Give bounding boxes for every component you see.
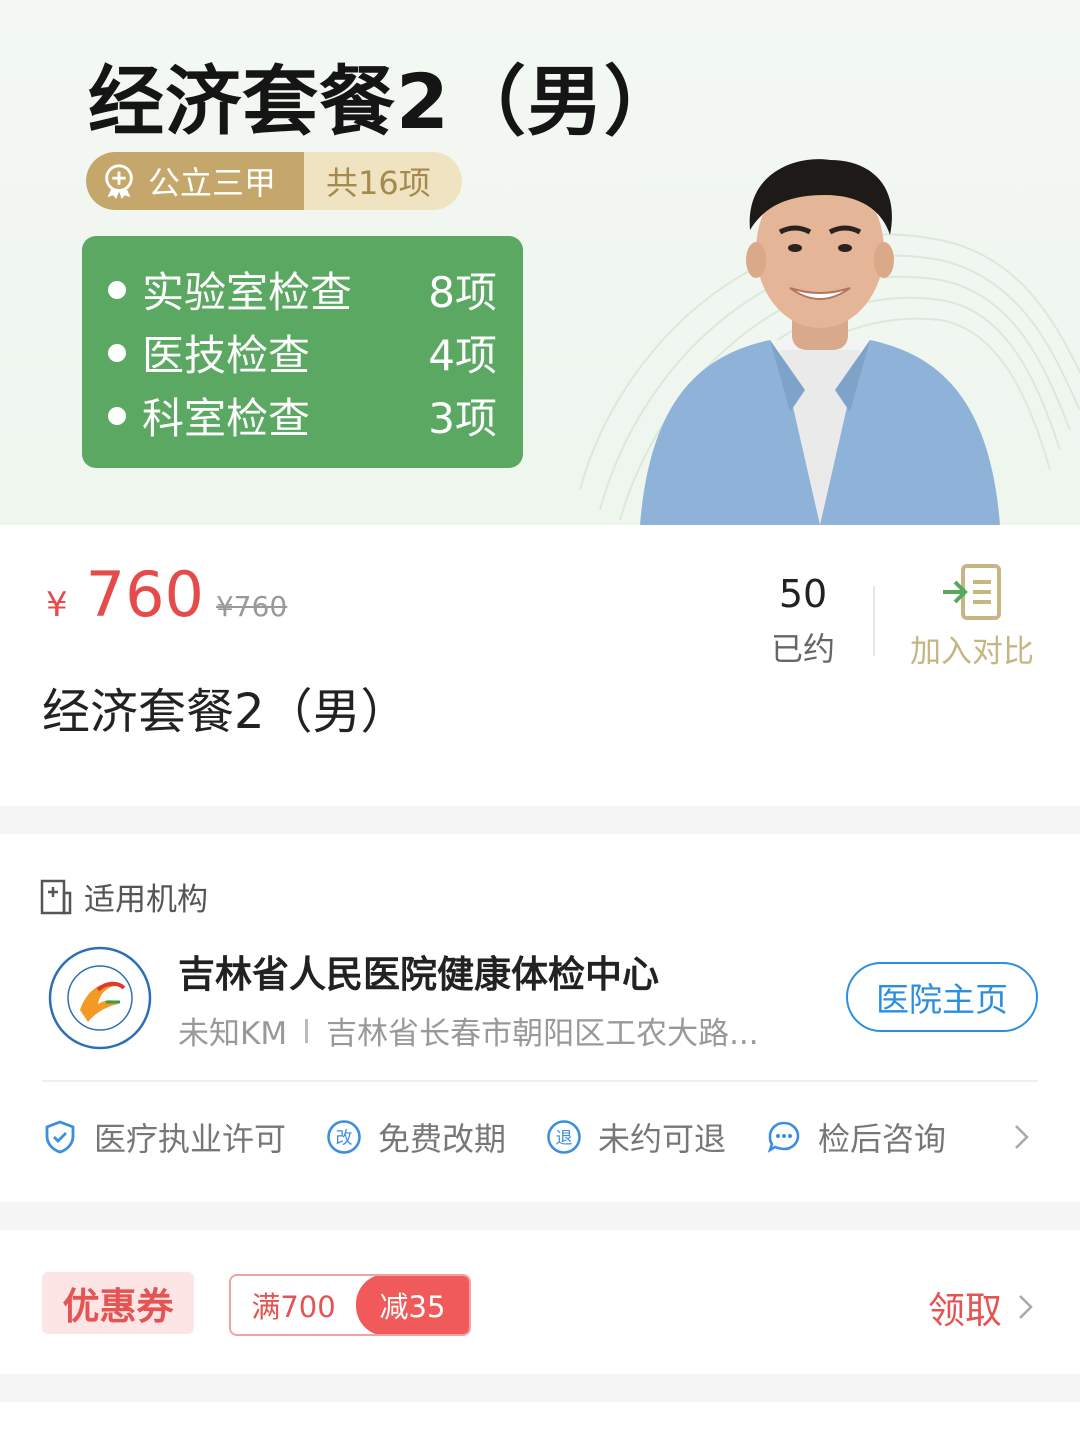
divider [42,1080,1038,1082]
add-to-compare-button[interactable]: 加入对比 [902,562,1042,671]
hospital-address: 吉林省长春市朝阳区工农大路... [326,1016,759,1052]
hospital-distance: 未知KM [178,1016,288,1052]
price-row: ¥ 760 ¥760 [46,558,287,631]
check-row: 实验室检查 8项 [108,258,497,321]
feature-consult: 检后咨询 [766,1114,946,1160]
check-count: 4项 [428,331,497,380]
claim-label: 领取 [928,1289,1002,1332]
booked-label: 已约 [770,630,835,668]
coupon-amount: 减35 [356,1276,469,1334]
section-divider [0,806,1080,834]
grade-label: 公立三甲 [148,164,277,202]
refund-icon: 退 [547,1120,581,1154]
hospital-building-icon [40,879,72,914]
chevron-right-icon[interactable] [1004,1120,1038,1154]
feature-glyph: 退 [556,1129,573,1149]
product-banner: 经济套餐2（男） 公立三甲 共16项 实验室检查 8项 医技检查 4项 科室检查… [0,0,1080,525]
currency-symbol: ¥ [46,585,68,625]
compare-label: 加入对比 [910,634,1034,670]
reschedule-icon: 改 [327,1120,361,1154]
check-name: 实验室检查 [142,268,353,317]
model-photo [640,159,1000,525]
check-name: 医技检查 [142,331,311,380]
bullet [108,280,126,299]
coupon-condition: 满700 [251,1290,336,1324]
booked-stat: 50 已约 [760,572,846,670]
hospital-name[interactable]: 吉林省人民医院健康体检中心 [178,944,659,998]
chevron-right-icon [1019,1295,1033,1319]
coupon-tag: 优惠券 [42,1272,194,1334]
hospital-logo [48,946,152,1050]
coupon-card[interactable]: 满700 减35 [229,1274,471,1336]
package-name: 经济套餐2（男） [42,684,409,740]
check-name: 科室检查 [142,394,311,443]
current-price: 760 [85,558,204,631]
feature-label: 免费改期 [378,1120,507,1158]
add-compare-icon [943,564,1001,620]
claim-coupon-button[interactable]: 领取 [928,1280,1040,1334]
feature-glyph: 改 [336,1129,353,1149]
check-summary-box: 实验室检查 8项 医技检查 4项 科室检查 3项 [82,236,523,468]
booked-count: 50 [778,572,828,616]
check-row: 科室检查 3项 [108,384,497,447]
hospital-home-button[interactable]: 医院主页 [846,962,1038,1032]
bullet [108,406,126,425]
bullet [108,343,126,362]
check-count: 3项 [428,394,497,443]
banner-title: 经济套餐2（男） [88,57,681,146]
institution-section-title: 适用机构 [84,882,208,918]
feature-label: 医疗执业许可 [94,1120,287,1158]
check-count: 8项 [428,268,497,317]
grade-badge: 公立三甲 [86,152,304,210]
original-price: ¥760 [215,590,288,623]
service-features[interactable]: 医疗执业许可 改 免费改期 退 未约可退 检后咨询 [42,1112,1042,1162]
hospital-grade-tag: 公立三甲 共16项 [86,152,462,210]
shield-check-icon [45,1120,75,1154]
institution-header: 适用机构 [40,874,208,919]
item-total: 共16项 [326,164,431,202]
hospital-meta: 未知KM 吉林省长春市朝阳区工农大路... [178,1008,759,1053]
check-row: 医技检查 4项 [108,321,497,384]
divider [873,586,875,656]
feature-license: 医疗执业许可 [42,1114,286,1160]
feature-reschedule: 改 免费改期 [326,1114,506,1160]
feature-refund: 退 未约可退 [546,1114,726,1160]
section-divider [0,1374,1080,1402]
feature-label: 未约可退 [598,1120,727,1158]
medal-icon [105,164,133,200]
section-divider [0,1202,1080,1230]
chat-icon [767,1121,800,1153]
feature-label: 检后咨询 [818,1120,947,1158]
divider [305,1018,309,1043]
